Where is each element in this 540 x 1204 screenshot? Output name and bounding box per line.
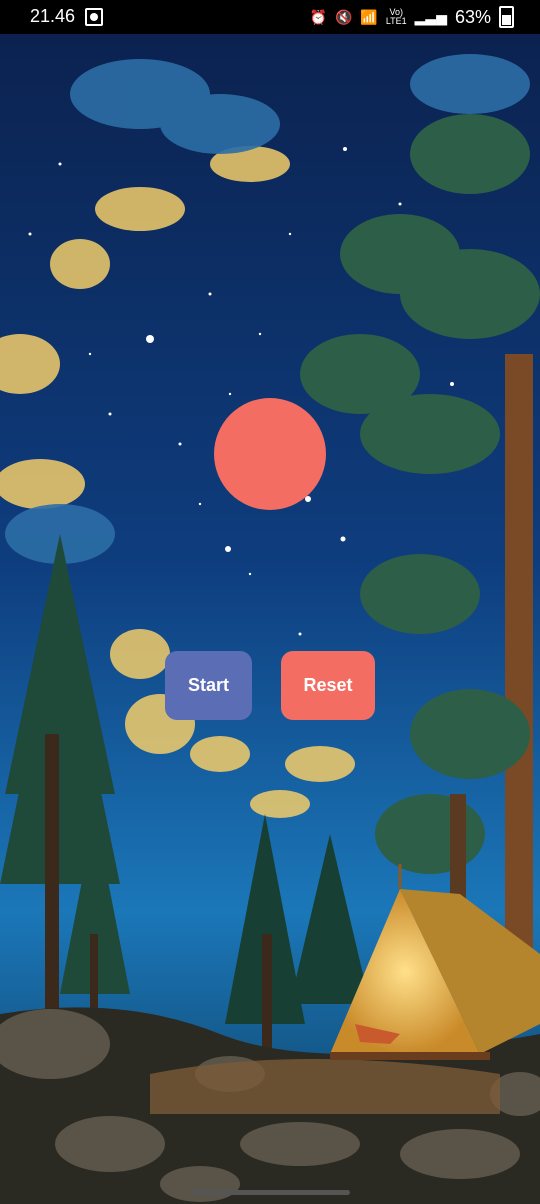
battery-percent: 63% [454,6,491,27]
animated-ball [214,398,326,510]
start-button[interactable]: Start [165,651,252,720]
network-type: Vo) LTE1 [386,8,407,26]
screenshot-icon [85,7,104,26]
mute-icon: 🔇 [334,8,353,25]
signal-icon: ▂▃▅ [414,8,447,25]
home-indicator[interactable] [190,1190,350,1195]
wifi-icon: 📶 [360,8,378,25]
clock: 21.46 [30,6,76,26]
background-scene [0,34,540,1204]
alarm-icon: ⏰ [309,8,327,25]
night-camp-illustration [0,34,540,1204]
battery-icon [499,6,514,28]
reset-button[interactable]: Reset [281,651,375,720]
status-bar: 21.46 ⏰ 🔇 📶 Vo) LTE1 ▂▃▅ 63% [0,0,540,34]
network-bottom: LTE1 [385,16,407,26]
